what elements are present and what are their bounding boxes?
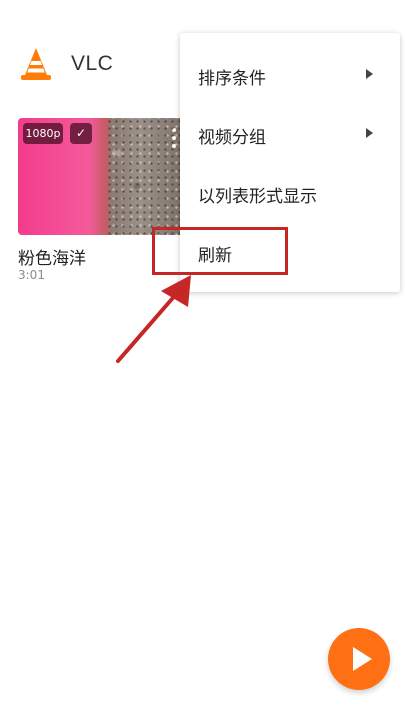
- play-icon: [353, 647, 372, 671]
- app-title: VLC: [71, 52, 114, 75]
- arrow-pointer-icon: [116, 275, 191, 363]
- video-thumbnail[interactable]: 1080p ✓: [18, 118, 188, 235]
- menu-item-label: 以列表形式显示: [198, 187, 317, 207]
- checkmark-icon: ✓: [70, 123, 92, 144]
- menu-item-group-videos[interactable]: 视频分组: [180, 105, 400, 163]
- vlc-cone-icon: [21, 48, 51, 80]
- menu-item-label: 视频分组: [198, 128, 266, 148]
- resolution-badge: 1080p: [23, 123, 63, 144]
- play-all-button[interactable]: [328, 628, 390, 690]
- menu-item-list-view[interactable]: 以列表形式显示: [180, 164, 400, 222]
- video-duration: 3:01: [18, 268, 45, 282]
- chevron-right-icon: [366, 69, 373, 79]
- menu-item-sort[interactable]: 排序条件: [180, 46, 400, 104]
- chevron-right-icon: [366, 128, 373, 138]
- video-title: 粉色海洋: [18, 249, 86, 269]
- menu-item-label: 排序条件: [198, 69, 266, 89]
- more-vertical-icon[interactable]: [169, 128, 179, 152]
